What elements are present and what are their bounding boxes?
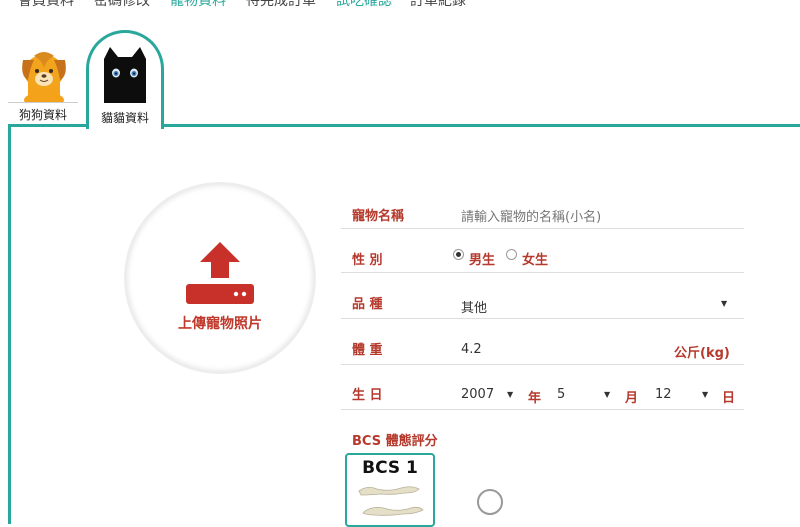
row-divider (341, 318, 744, 319)
dog-icon (22, 52, 66, 102)
tab-cat-label: 貓貓資料 (100, 111, 149, 125)
thin-cat-silhouette-icon (358, 486, 424, 516)
weight-label: 體 重 (352, 343, 383, 358)
row-divider (341, 364, 744, 365)
upload-photo-label: 上傳寵物照片 (178, 316, 262, 332)
nav-trial-confirm[interactable]: 試吃確認 (336, 0, 392, 10)
day-chevron-down-icon[interactable]: ▼ (702, 390, 708, 399)
birthday-year-select[interactable]: 2007 (461, 387, 494, 402)
pet-name-input[interactable]: 請輸入寵物的名稱(小名) (461, 206, 601, 225)
breed-select[interactable]: 其他 (461, 297, 487, 316)
upload-photo-button[interactable]: 上傳寵物照片 (125, 183, 315, 373)
bcs-card-title: BCS 1 (362, 458, 418, 478)
breed-chevron-down-icon[interactable]: ▼ (721, 299, 727, 308)
bcs-label: BCS 體態評分 (352, 434, 438, 449)
breed-label: 品 種 (352, 297, 383, 312)
nav-password[interactable]: 密碼修改 (94, 0, 150, 10)
upload-icon (186, 242, 254, 304)
nav-order-history[interactable]: 訂單紀錄 (410, 0, 466, 10)
tab-dog-label: 狗狗資料 (18, 108, 67, 122)
bcs-1-card[interactable]: BCS 1 (345, 453, 435, 527)
month-chevron-down-icon[interactable]: ▼ (604, 390, 610, 399)
gender-male-radio[interactable] (453, 249, 464, 260)
day-unit: 日 (722, 391, 736, 406)
birthday-month-select[interactable]: 5 (557, 387, 565, 402)
row-divider (341, 228, 744, 229)
top-nav: 會員資料 密碼修改 寵物資料 待完成訂單 試吃確認 訂單紀錄 (0, 0, 800, 10)
row-divider (341, 272, 744, 273)
nav-pending-orders[interactable]: 待完成訂單 (246, 0, 316, 10)
pet-name-label: 寵物名稱 (352, 209, 405, 224)
year-chevron-down-icon[interactable]: ▼ (507, 390, 513, 399)
weight-input[interactable]: 4.2 (461, 342, 482, 357)
tab-divider (8, 102, 78, 103)
month-unit: 月 (625, 391, 639, 406)
row-divider (341, 409, 744, 410)
gender-female-label[interactable]: 女生 (522, 249, 548, 268)
nav-pet-info[interactable]: 寵物資料 (170, 0, 226, 10)
tab-dog[interactable]: 狗狗資料 (8, 40, 78, 126)
tab-cat[interactable]: 貓貓資料 (86, 30, 164, 129)
weight-unit: 公斤(kg) (674, 346, 730, 361)
year-unit: 年 (528, 391, 542, 406)
gender-female-radio[interactable] (506, 249, 517, 260)
cat-icon (104, 47, 146, 103)
gender-label: 性 別 (352, 253, 383, 268)
gender-male-label[interactable]: 男生 (469, 249, 495, 268)
birthday-label: 生 日 (352, 388, 383, 403)
bcs-option-radio[interactable] (477, 489, 503, 515)
nav-member-info[interactable]: 會員資料 (18, 0, 74, 10)
birthday-day-select[interactable]: 12 (655, 387, 672, 402)
